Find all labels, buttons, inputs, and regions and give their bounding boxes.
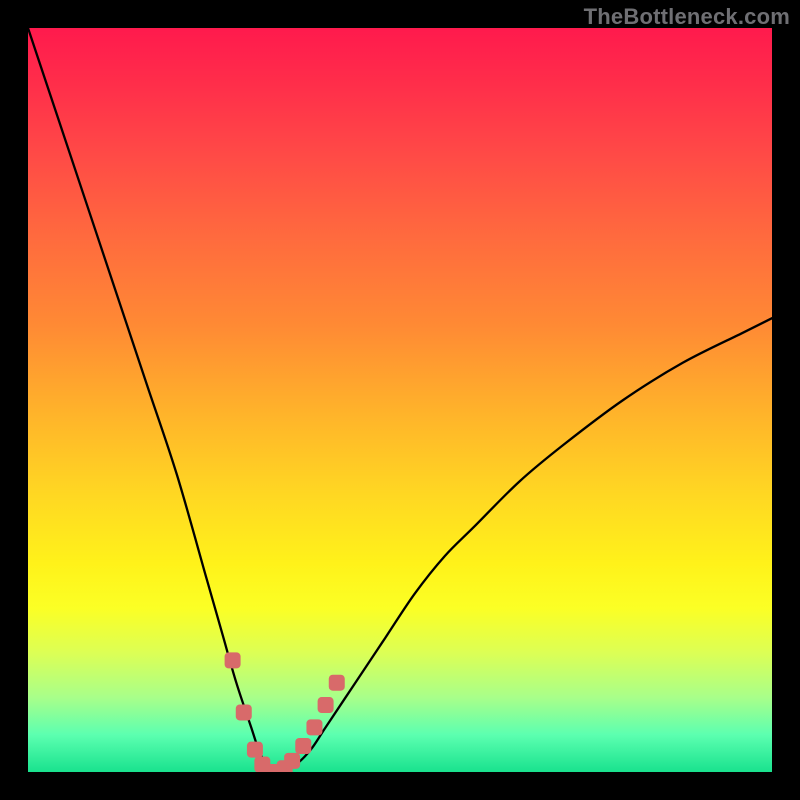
bottleneck-chart-svg (28, 28, 772, 772)
watermark-label: TheBottleneck.com (584, 4, 790, 30)
chart-plot-area (28, 28, 772, 772)
trough-marker (295, 738, 311, 754)
chart-frame: TheBottleneck.com (0, 0, 800, 800)
trough-marker (225, 652, 241, 668)
trough-marker (284, 753, 300, 769)
trough-marker (236, 704, 252, 720)
trough-marker-group (225, 652, 345, 772)
trough-marker (247, 742, 263, 758)
trough-marker (318, 697, 334, 713)
trough-marker (329, 675, 345, 691)
trough-marker (306, 719, 322, 735)
bottleneck-curve (28, 28, 772, 772)
